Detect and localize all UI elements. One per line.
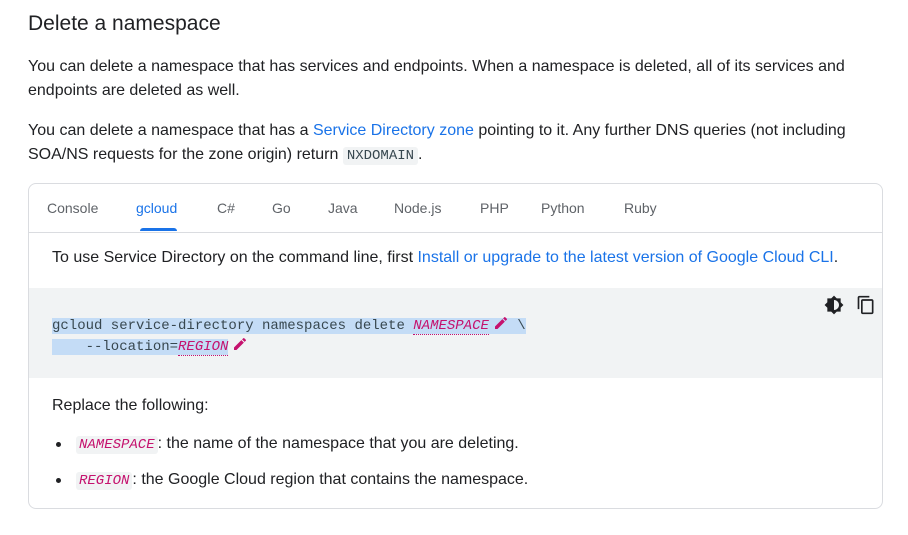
paragraph-text: . [418, 146, 423, 163]
tab-go[interactable]: Go [272, 200, 291, 216]
intro-text: . [833, 249, 839, 266]
code-sample-card: Console gcloud C# Go Java Node.js PHP Py… [28, 183, 883, 509]
list-item: NAMESPACE: the name of the namespace tha… [56, 435, 519, 454]
namespace-variable[interactable]: NAMESPACE [413, 318, 489, 335]
active-tab-indicator [140, 228, 177, 231]
tab-ruby[interactable]: Ruby [624, 200, 657, 216]
list-item: REGION: the Google Cloud region that con… [56, 471, 529, 490]
tab-gcloud[interactable]: gcloud [136, 200, 177, 216]
tab-python[interactable]: Python [541, 200, 585, 216]
edit-pencil-icon[interactable] [493, 315, 509, 331]
replacement-description: : the name of the namespace that you are… [157, 435, 519, 452]
region-variable: REGION [76, 472, 133, 490]
replacement-description: : the Google Cloud region that contains … [132, 471, 529, 488]
code-text: \ [508, 318, 526, 334]
code-block[interactable]: gcloud service-directory namespaces dele… [29, 288, 882, 378]
language-tabs: Console gcloud C# Go Java Node.js PHP Py… [29, 184, 882, 233]
tab-php[interactable]: PHP [480, 200, 509, 216]
install-cli-link[interactable]: Install or upgrade to the latest version… [417, 249, 833, 266]
tab-nodejs[interactable]: Node.js [394, 200, 441, 216]
code-line-1: gcloud service-directory namespaces dele… [52, 315, 526, 335]
tab-console[interactable]: Console [47, 200, 98, 216]
cli-intro: To use Service Directory on the command … [52, 249, 838, 267]
edit-pencil-icon[interactable] [232, 336, 248, 352]
nxdomain-code: NXDOMAIN [342, 147, 419, 165]
code-line-2: --location=REGION [52, 336, 248, 356]
service-directory-zone-link[interactable]: Service Directory zone [313, 122, 474, 139]
paragraph-zone-note: You can delete a namespace that has a Se… [28, 119, 858, 168]
paragraph-text: You can delete a namespace that has a [28, 122, 313, 139]
bullet [56, 442, 61, 447]
section-heading: Delete a namespace [28, 12, 221, 35]
namespace-variable: NAMESPACE [76, 436, 158, 454]
tab-csharp[interactable]: C# [217, 200, 235, 216]
replace-heading: Replace the following: [52, 397, 209, 414]
copy-icon[interactable] [856, 295, 876, 315]
code-text: --location= [52, 339, 179, 355]
theme-toggle-icon[interactable] [824, 295, 844, 315]
tab-java[interactable]: Java [328, 200, 358, 216]
intro-text: To use Service Directory on the command … [52, 249, 418, 266]
code-text: gcloud service-directory namespaces dele… [52, 318, 414, 334]
bullet [56, 478, 61, 483]
region-variable[interactable]: REGION [178, 339, 229, 356]
paragraph-delete-namespace: You can delete a namespace that has serv… [28, 58, 845, 99]
